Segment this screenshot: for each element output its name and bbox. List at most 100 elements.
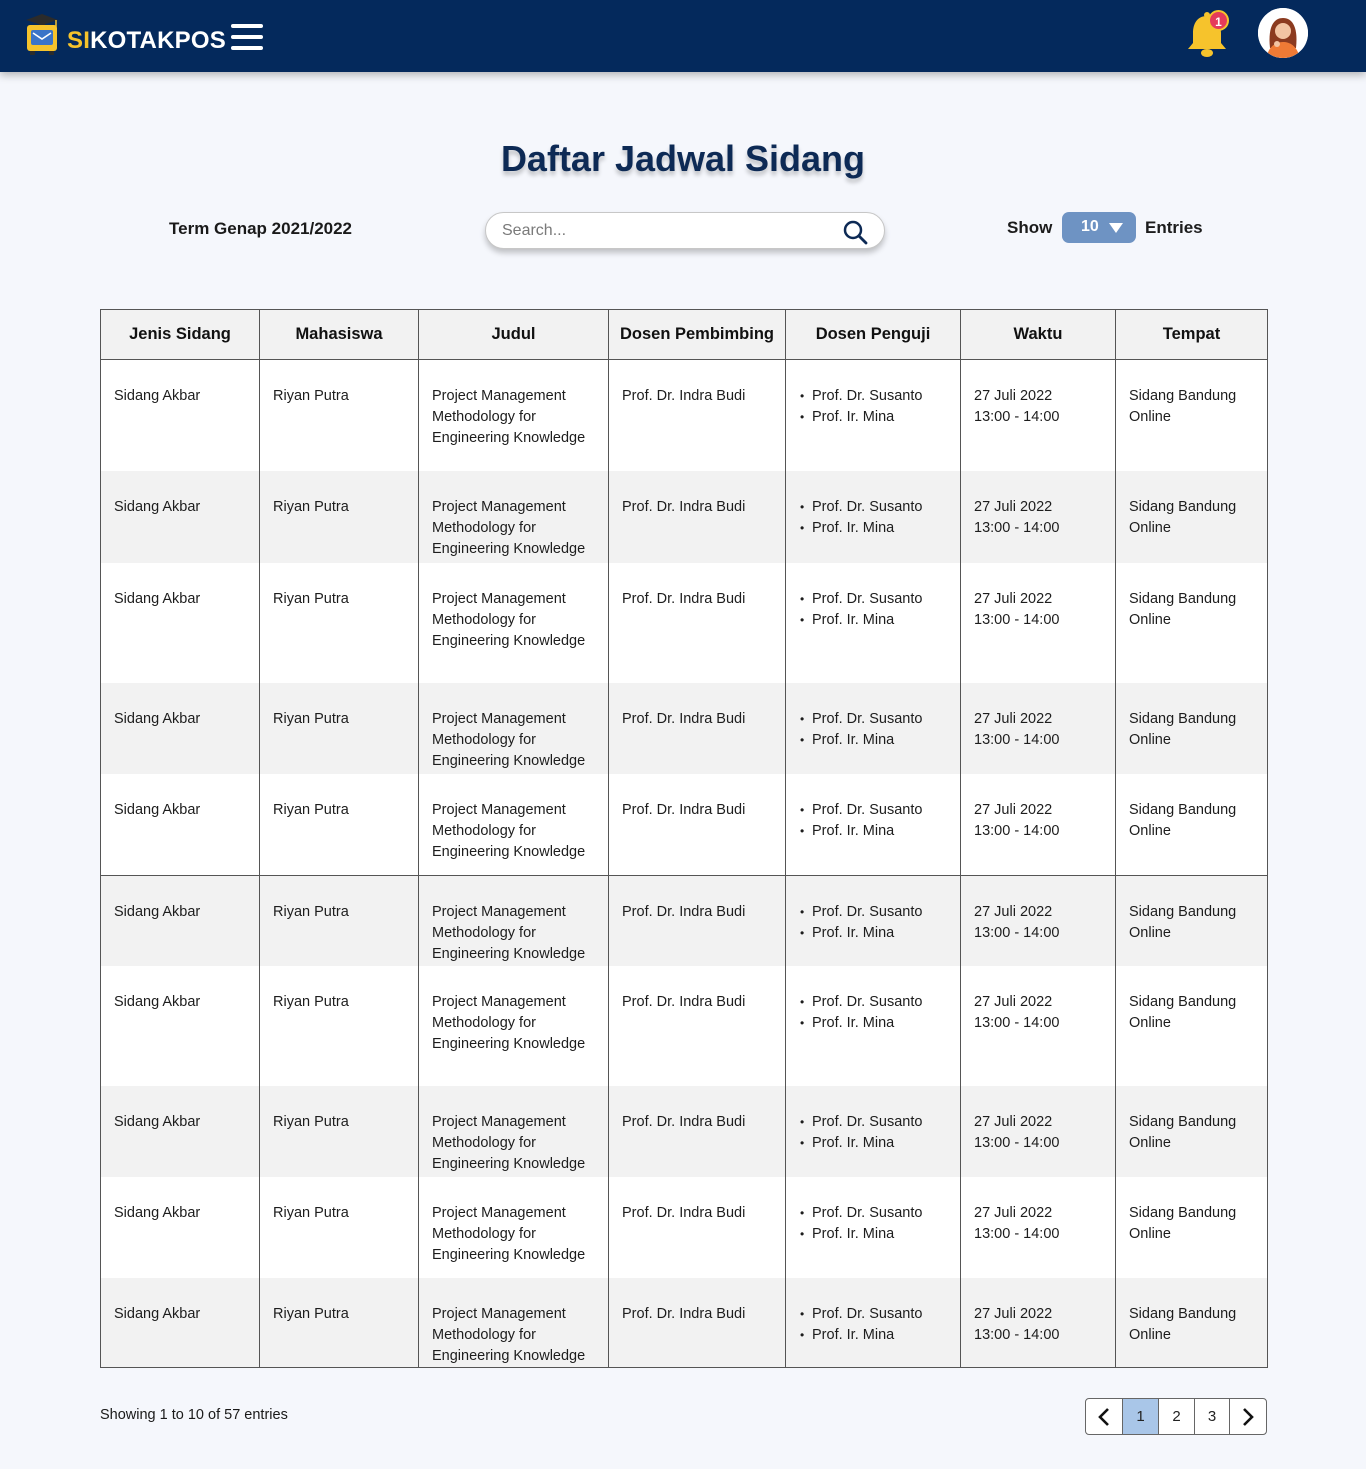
cell-jenis-sidang: Sidang Akbar: [100, 875, 260, 966]
cell-mahasiswa: Riyan Putra: [259, 1277, 419, 1367]
waktu-jam: 13:00 - 14:00: [974, 822, 1060, 839]
penguji-item: Prof. Dr. Susanto: [799, 386, 948, 407]
cell-mahasiswa: Riyan Putra: [259, 359, 419, 471]
page-button-1[interactable]: 1: [1123, 1399, 1159, 1434]
cell-tempat: Sidang Bandung Online: [1115, 965, 1268, 1086]
prev-page-button[interactable]: [1086, 1399, 1123, 1434]
table-row[interactable]: Sidang Akbar Riyan Putra Project Managem…: [100, 875, 1268, 966]
show-label: Show: [1007, 218, 1053, 237]
waktu-tanggal: 27 Juli 2022: [974, 1113, 1053, 1130]
cell-dosen-penguji: Prof. Dr. SusantoProf. Ir. Mina: [785, 773, 961, 876]
waktu-tanggal: 27 Juli 2022: [974, 498, 1053, 515]
hamburger-menu-icon[interactable]: [231, 24, 263, 52]
search-input[interactable]: [502, 220, 832, 242]
chevron-left-icon: [1098, 1407, 1109, 1426]
entries-per-page-select[interactable]: 10: [1062, 212, 1136, 243]
entries-summary: Showing 1 to 10 of 57 entries: [100, 1407, 288, 1423]
top-navbar: SIKOTAKPOS 1: [0, 0, 1366, 72]
cell-waktu: 27 Juli 2022 13:00 - 14:00: [960, 773, 1116, 876]
cell-jenis-sidang: Sidang Akbar: [100, 1085, 260, 1177]
entries-label: Entries: [1145, 218, 1203, 237]
page-button-3[interactable]: 3: [1195, 1399, 1230, 1434]
pagination: 1 2 3: [1085, 1398, 1267, 1435]
page-button-2[interactable]: 2: [1159, 1399, 1195, 1434]
cell-mahasiswa: Riyan Putra: [259, 773, 419, 876]
table-row[interactable]: Sidang Akbar Riyan Putra Project Managem…: [100, 1277, 1268, 1367]
notification-badge: 1: [1208, 10, 1229, 31]
cell-dosen-pembimbing: Prof. Dr. Indra Budi: [608, 359, 786, 471]
user-avatar-icon: [1258, 8, 1308, 58]
header-tempat[interactable]: Tempat: [1115, 309, 1268, 360]
cell-tempat: Sidang Bandung Online: [1115, 875, 1268, 966]
penguji-item: Prof. Dr. Susanto: [799, 800, 948, 821]
penguji-item: Prof. Dr. Susanto: [799, 902, 948, 923]
table-row[interactable]: Sidang Akbar Riyan Putra Project Managem…: [100, 359, 1268, 471]
cell-mahasiswa: Riyan Putra: [259, 1085, 419, 1177]
user-avatar[interactable]: [1258, 8, 1308, 58]
cell-jenis-sidang: Sidang Akbar: [100, 562, 260, 683]
cell-jenis-sidang: Sidang Akbar: [100, 1277, 260, 1367]
header-dosen-pembimbing[interactable]: Dosen Pembimbing: [608, 309, 786, 360]
waktu-tanggal: 27 Juli 2022: [974, 1204, 1053, 1221]
cell-mahasiswa: Riyan Putra: [259, 875, 419, 966]
cell-tempat: Sidang Bandung Online: [1115, 1085, 1268, 1177]
table-row[interactable]: Sidang Akbar Riyan Putra Project Managem…: [100, 1176, 1268, 1278]
cell-waktu: 27 Juli 2022 13:00 - 14:00: [960, 1085, 1116, 1177]
cell-dosen-pembimbing: Prof. Dr. Indra Budi: [608, 682, 786, 774]
penguji-item: Prof. Dr. Susanto: [799, 1112, 948, 1133]
app-logo[interactable]: SIKOTAKPOS: [22, 12, 226, 56]
waktu-tanggal: 27 Juli 2022: [974, 904, 1053, 920]
waktu-tanggal: 27 Juli 2022: [974, 993, 1053, 1010]
table-row[interactable]: Sidang Akbar Riyan Putra Project Managem…: [100, 470, 1268, 563]
penguji-item: Prof. Ir. Mina: [799, 518, 948, 539]
cell-judul: Project Management Methodology for Engin…: [418, 470, 609, 563]
table-row[interactable]: Sidang Akbar Riyan Putra Project Managem…: [100, 965, 1268, 1086]
brand-name: SIKOTAKPOS: [67, 27, 226, 55]
cell-mahasiswa: Riyan Putra: [259, 470, 419, 563]
header-dosen-penguji[interactable]: Dosen Penguji: [785, 309, 961, 360]
cell-dosen-penguji: Prof. Dr. SusantoProf. Ir. Mina: [785, 1085, 961, 1177]
header-judul[interactable]: Judul: [418, 309, 609, 360]
notification-button[interactable]: 1: [1184, 8, 1232, 60]
waktu-jam: 13:00 - 14:00: [974, 519, 1060, 536]
header-waktu[interactable]: Waktu: [960, 309, 1116, 360]
cell-dosen-pembimbing: Prof. Dr. Indra Budi: [608, 1085, 786, 1177]
waktu-jam: 13:00 - 14:00: [974, 1014, 1060, 1031]
cell-waktu: 27 Juli 2022 13:00 - 14:00: [960, 875, 1116, 966]
cell-waktu: 27 Juli 2022 13:00 - 14:00: [960, 359, 1116, 471]
brand-suffix: KOTAKPOS: [90, 27, 226, 54]
next-page-button[interactable]: [1230, 1399, 1266, 1434]
cell-dosen-penguji: Prof. Dr. SusantoProf. Ir. Mina: [785, 965, 961, 1086]
waktu-tanggal: 27 Juli 2022: [974, 1305, 1053, 1322]
waktu-jam: 13:00 - 14:00: [974, 731, 1060, 748]
search-icon[interactable]: [842, 219, 868, 245]
penguji-item: Prof. Ir. Mina: [799, 610, 948, 631]
penguji-item: Prof. Dr. Susanto: [799, 1203, 948, 1224]
cell-judul: Project Management Methodology for Engin…: [418, 682, 609, 774]
waktu-jam: 13:00 - 14:00: [974, 1134, 1060, 1151]
cell-mahasiswa: Riyan Putra: [259, 1176, 419, 1278]
penguji-item: Prof. Ir. Mina: [799, 1133, 948, 1154]
cell-judul: Project Management Methodology for Engin…: [418, 359, 609, 471]
table-row[interactable]: Sidang Akbar Riyan Putra Project Managem…: [100, 773, 1268, 876]
waktu-jam: 13:00 - 14:00: [974, 1326, 1060, 1343]
penguji-item: Prof. Ir. Mina: [799, 730, 948, 751]
cell-dosen-penguji: Prof. Dr. SusantoProf. Ir. Mina: [785, 875, 961, 966]
search-box: [485, 212, 885, 249]
cell-dosen-pembimbing: Prof. Dr. Indra Budi: [608, 875, 786, 966]
waktu-tanggal: 27 Juli 2022: [974, 801, 1053, 818]
cell-dosen-penguji: Prof. Dr. SusantoProf. Ir. Mina: [785, 1176, 961, 1278]
cell-waktu: 27 Juli 2022 13:00 - 14:00: [960, 1176, 1116, 1278]
header-jenis-sidang[interactable]: Jenis Sidang: [100, 309, 260, 360]
cell-tempat: Sidang Bandung Online: [1115, 682, 1268, 774]
table-row[interactable]: Sidang Akbar Riyan Putra Project Managem…: [100, 562, 1268, 683]
cell-judul: Project Management Methodology for Engin…: [418, 773, 609, 876]
table-row[interactable]: Sidang Akbar Riyan Putra Project Managem…: [100, 1085, 1268, 1177]
cell-waktu: 27 Juli 2022 13:00 - 14:00: [960, 470, 1116, 563]
cell-tempat: Sidang Bandung Online: [1115, 359, 1268, 471]
cell-dosen-penguji: Prof. Dr. SusantoProf. Ir. Mina: [785, 682, 961, 774]
table-row[interactable]: Sidang Akbar Riyan Putra Project Managem…: [100, 682, 1268, 774]
penguji-item: Prof. Ir. Mina: [799, 1224, 948, 1245]
penguji-item: Prof. Dr. Susanto: [799, 709, 948, 730]
header-mahasiswa[interactable]: Mahasiswa: [259, 309, 419, 360]
